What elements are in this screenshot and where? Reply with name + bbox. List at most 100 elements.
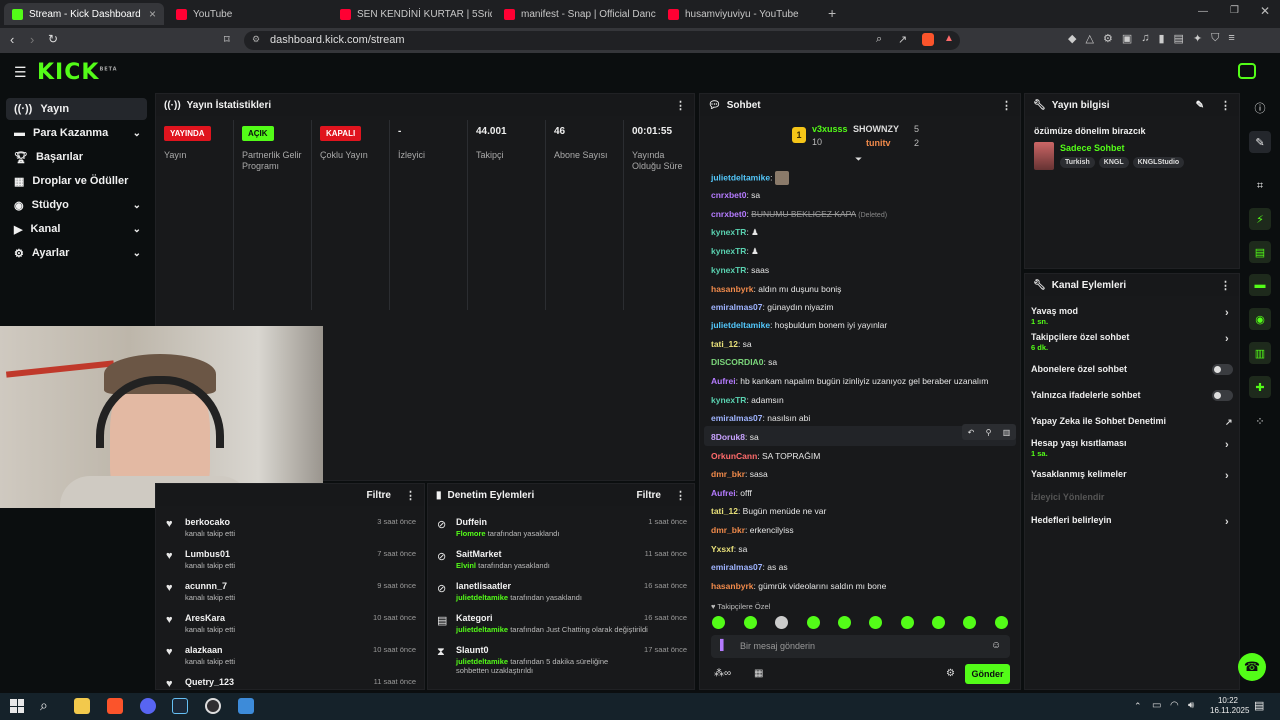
emote-icon[interactable] (775, 616, 788, 629)
tag[interactable]: KNGLStudio (1132, 157, 1185, 168)
moderator-name[interactable]: julietdeltamike (456, 593, 508, 602)
subscribers-only-toggle[interactable] (1212, 364, 1233, 375)
reply-icon[interactable]: ↶ (968, 428, 975, 437)
file-explorer-icon[interactable] (74, 698, 90, 714)
tab-youtube-2[interactable]: SEN KENDİNİ KURTAR | 5Sriders | Mo (332, 3, 492, 25)
info-icon[interactable]: ⓘ (1249, 97, 1271, 119)
emoji-picker-icon[interactable]: ☺ (991, 640, 1001, 651)
sidebar-item-kanal[interactable]: ▶ Kanal ⌄ (6, 218, 147, 240)
share-icon[interactable]: ↗ (898, 33, 907, 46)
edit-icon[interactable]: ✎ (1249, 131, 1271, 153)
filter-button[interactable]: Filtre (367, 490, 391, 501)
kebab-menu-icon[interactable]: ⋮ (675, 489, 686, 502)
chat-input[interactable]: ▌ Bir mesaj gönderin ☺ (711, 635, 1010, 658)
sidebar-item-basarilar[interactable]: 🏆︎ Başarılar (6, 146, 147, 168)
chat-username[interactable]: DISCORDIA0 (711, 357, 763, 367)
category-name[interactable]: Sadece Sohbet (1060, 143, 1125, 153)
chat-username[interactable]: 8Doruk8 (711, 432, 745, 442)
chat-username[interactable]: cnrxbet0 (711, 209, 746, 219)
action-subscribers-only[interactable]: Abonelere özel sohbet (1031, 364, 1241, 374)
windows-start-icon[interactable] (10, 699, 24, 713)
kebab-menu-icon[interactable]: ⋮ (1220, 99, 1231, 112)
tab-youtube-3[interactable]: manifest - Snap | Official Dance V (496, 3, 656, 25)
extension-icon[interactable]: ⚙ (1103, 32, 1113, 48)
notification-icon[interactable]: ▤ (1254, 699, 1264, 712)
search-icon[interactable]: ⌕ (40, 697, 48, 714)
help-button[interactable]: ☎ (1238, 653, 1266, 681)
volume-icon[interactable]: 🔊︎ (1188, 700, 1194, 711)
tag[interactable]: Turkish (1060, 157, 1095, 168)
delete-icon[interactable]: ▥ (1003, 428, 1011, 437)
rewards-icon[interactable]: ▲ (944, 33, 954, 44)
ai-icon[interactable]: ✦ (1193, 32, 1202, 48)
points-icon[interactable]: ⁂∞ (714, 668, 731, 679)
chat-username[interactable]: tati_12 (711, 339, 738, 349)
obs-icon[interactable] (205, 698, 221, 714)
emote-icon[interactable] (995, 616, 1008, 629)
sidebar-item-droplar[interactable]: ▦ Droplar ve Ödüller (6, 170, 147, 192)
close-window-icon[interactable]: ✕ (1260, 4, 1270, 18)
extension-icon[interactable]: ◆ (1068, 32, 1076, 48)
chat-username[interactable]: kynexTR (711, 395, 746, 405)
clipboard-icon[interactable]: ▤ (1249, 241, 1271, 263)
network-icon[interactable]: ▭ (1152, 700, 1161, 711)
wifi-icon[interactable]: ◠ (1170, 700, 1179, 711)
filter-button[interactable]: Filtre (637, 490, 661, 501)
tab-youtube-4[interactable]: husamviyuviyu - YouTube (660, 3, 820, 25)
category-thumbnail[interactable] (1034, 142, 1054, 170)
emotes-only-toggle[interactable] (1212, 390, 1233, 401)
top-gifter-name[interactable]: tunitv (866, 138, 891, 148)
crop-icon[interactable]: ⌗ (1249, 175, 1271, 197)
action-emotes-only[interactable]: Yalnızca ifadelerle sohbet (1031, 390, 1241, 400)
lightning-icon[interactable]: ⚡︎ (1249, 208, 1271, 230)
app-icon[interactable] (238, 698, 254, 714)
minimize-icon[interactable]: — (1198, 6, 1208, 17)
tray-chevron-icon[interactable]: ⌃ (1134, 701, 1142, 712)
sidebar-toggle-icon[interactable]: ▮ (1158, 32, 1164, 48)
back-icon[interactable]: ‹ (10, 32, 14, 47)
music-icon[interactable]: ♫ (1141, 32, 1149, 48)
sidebar-item-ayarlar[interactable]: ⚙ Ayarlar ⌄ (6, 242, 147, 264)
chat-username[interactable]: emiralmas07 (711, 413, 763, 423)
emote-icon[interactable] (869, 616, 882, 629)
moderator-name[interactable]: Elvinl (456, 561, 476, 570)
tab-youtube[interactable]: YouTube (168, 3, 328, 25)
user-avatar[interactable] (1238, 63, 1256, 79)
chat-username[interactable]: dmr_bkr (711, 469, 745, 479)
chat-username[interactable]: Aufrei (711, 376, 736, 386)
top-gifter-name[interactable]: v3xusss (812, 124, 848, 134)
kebab-menu-icon[interactable]: ⋮ (1001, 99, 1012, 112)
chat-username[interactable]: emiralmas07 (711, 302, 763, 312)
wallet-icon[interactable]: ▤ (1174, 32, 1184, 48)
emote-icon[interactable] (963, 616, 976, 629)
kick-logo[interactable]: KICKBETA (37, 60, 118, 85)
emote-icon[interactable] (712, 616, 725, 629)
steam-icon[interactable] (172, 698, 188, 714)
send-button[interactable]: Gönder (965, 664, 1010, 684)
action-ai-moderation[interactable]: Yapay Zeka ile Sohbet Denetimi ↗ (1031, 416, 1241, 427)
emote-icon[interactable] (901, 616, 914, 629)
close-icon[interactable]: × (149, 7, 156, 21)
chat-username[interactable]: hasanbyrk (711, 581, 754, 591)
server-icon[interactable]: ▥ (1249, 342, 1271, 364)
chat-username[interactable]: emiralmas07 (711, 562, 763, 572)
vpn-icon[interactable]: ⛉ (1211, 32, 1219, 48)
emote-icon[interactable] (807, 616, 820, 629)
kebab-menu-icon[interactable]: ⋮ (405, 489, 416, 502)
chat-username[interactable]: tati_12 (711, 506, 738, 516)
brave-shield-icon[interactable] (922, 33, 934, 46)
brave-icon[interactable] (107, 698, 123, 714)
menu-icon[interactable]: ≡ (1228, 32, 1234, 48)
kebab-menu-icon[interactable]: ⋮ (1220, 279, 1231, 292)
action-slow-mode[interactable]: Yavaş mod 1 sn. › (1031, 306, 1241, 326)
kebab-menu-icon[interactable]: ⋮ (675, 99, 686, 112)
chat-settings-icon[interactable]: ⚙ (946, 668, 955, 679)
chat-username[interactable]: julietdeltamike (711, 320, 770, 330)
moderator-name[interactable]: julietdeltamike (456, 657, 508, 666)
moderator-name[interactable]: julietdeltamike (456, 625, 508, 634)
address-bar[interactable]: ⚙ dashboard.kick.com/stream ⌕ ↗ ▲ (244, 31, 960, 50)
chevron-down-icon[interactable]: ⏷ (855, 154, 862, 165)
extension-icon[interactable]: △ (1085, 32, 1093, 48)
action-account-age[interactable]: Hesap yaşı kısıtlaması 1 sa. › (1031, 438, 1241, 458)
top-gifter-name[interactable]: SHOWNZY (853, 124, 899, 134)
